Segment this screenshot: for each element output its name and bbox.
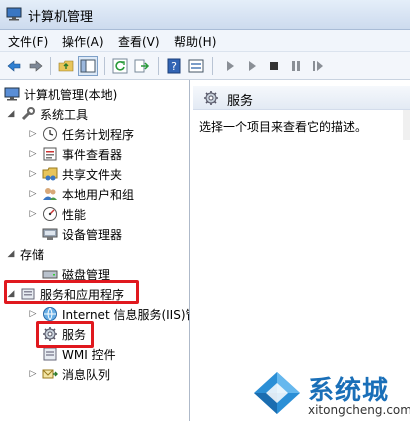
tree-item-event-viewer[interactable]: ▷ 事件查看器 [28, 144, 122, 164]
gear-icon [203, 90, 219, 106]
detail-description: 选择一个项目来查看它的描述。 [199, 120, 368, 134]
tree-item-root[interactable]: 计算机管理(本地) [4, 84, 117, 104]
forward-arrow-icon[interactable] [26, 56, 46, 76]
tree-item-shared-folders[interactable]: ▷ 共享文件夹 [28, 164, 122, 184]
properties-icon[interactable] [186, 56, 206, 76]
stop-icon[interactable] [264, 56, 284, 76]
tree-item-storage[interactable]: ◢ 存储 [6, 244, 44, 264]
watermark-url: xitongcheng.com [308, 403, 410, 417]
event-viewer-icon [42, 146, 58, 162]
menu-action[interactable]: 操作(A) [62, 33, 104, 50]
performance-icon [42, 206, 58, 222]
system-tools-icon [20, 106, 36, 122]
tree-item-system-tools[interactable]: ◢ 系统工具 [6, 104, 88, 124]
pane-scrollbar[interactable] [403, 110, 410, 140]
watermark-brand: 系统城 [308, 376, 390, 406]
iis-icon [42, 306, 58, 322]
tree-item-device-manager[interactable]: 设备管理器 [42, 224, 122, 244]
collapsed-arrow-icon[interactable]: ▷ [28, 189, 38, 199]
play-icon[interactable] [220, 56, 240, 76]
menu-help[interactable]: 帮助(H) [174, 33, 216, 50]
window-title: 计算机管理 [28, 10, 94, 25]
tree-item-local-users[interactable]: ▷ 本地用户和组 [28, 184, 134, 204]
users-icon [42, 186, 58, 202]
menu-view[interactable]: 查看(V) [118, 33, 160, 50]
detail-title: 服务 [227, 94, 254, 109]
console-tree: 计算机管理(本地) ◢ 系统工具 ▷ 任务计划程序 ▷ 事件查看器 ▷ 共享文件… [0, 80, 190, 421]
up-folder-icon[interactable] [56, 56, 76, 76]
refresh-icon[interactable] [110, 56, 130, 76]
collapsed-arrow-icon[interactable]: ▷ [28, 149, 38, 159]
collapsed-arrow-icon[interactable]: ▷ [28, 369, 38, 379]
collapsed-arrow-icon[interactable]: ▷ [28, 169, 38, 179]
tree-item-message-queue[interactable]: ▷ 消息队列 [28, 364, 110, 384]
export-icon[interactable] [132, 56, 152, 76]
expanded-arrow-icon[interactable]: ◢ [6, 109, 16, 119]
resume-icon[interactable] [308, 56, 328, 76]
watermark-logo-icon [254, 372, 300, 414]
computer-management-icon [6, 7, 22, 21]
watermark: 系统城 xitongcheng.com [246, 366, 410, 421]
play-alt-icon[interactable] [242, 56, 262, 76]
title-bar: 计算机管理 [0, 0, 410, 30]
message-queue-icon [42, 366, 58, 382]
clock-icon [42, 126, 58, 142]
detail-header: 服务 [193, 86, 410, 110]
collapsed-arrow-icon[interactable]: ▷ [28, 209, 38, 219]
svg-text:?: ? [171, 60, 177, 73]
shared-folder-icon [42, 166, 58, 182]
menu-bar: 文件(F) 操作(A) 查看(V) 帮助(H) [0, 30, 410, 52]
show-hide-tree-icon[interactable] [78, 56, 98, 76]
help-icon[interactable]: ? [164, 56, 184, 76]
pause-icon[interactable] [286, 56, 306, 76]
highlight-box-services-apps [4, 280, 139, 304]
device-manager-icon [42, 226, 58, 242]
back-arrow-icon[interactable] [4, 56, 24, 76]
collapsed-arrow-icon[interactable]: ▷ [28, 309, 38, 319]
expanded-arrow-icon[interactable]: ◢ [6, 249, 16, 259]
toolbar: ? [0, 52, 410, 80]
tree-item-task-scheduler[interactable]: ▷ 任务计划程序 [28, 124, 134, 144]
wmi-icon [42, 346, 58, 362]
tree-item-performance[interactable]: ▷ 性能 [28, 204, 86, 224]
computer-icon [4, 86, 20, 102]
menu-file[interactable]: 文件(F) [8, 33, 48, 50]
highlight-box-services [36, 321, 94, 348]
collapsed-arrow-icon[interactable]: ▷ [28, 129, 38, 139]
